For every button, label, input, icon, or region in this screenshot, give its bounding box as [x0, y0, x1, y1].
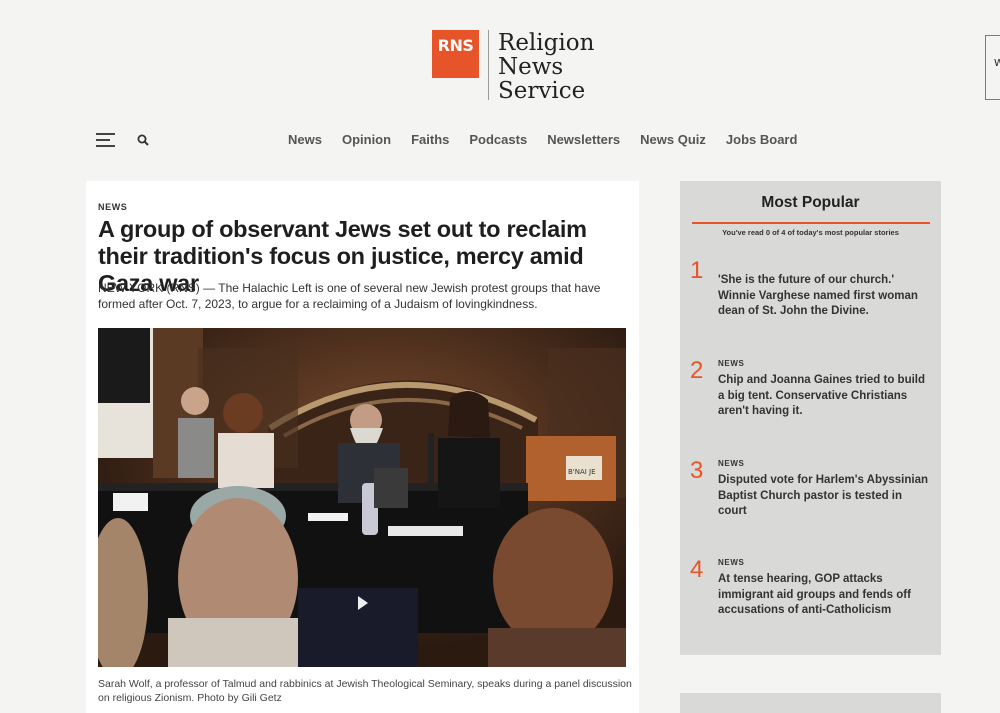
most-popular-title: Most Popular	[761, 194, 860, 211]
popular-kicker: NEWS	[718, 558, 745, 567]
nav-faiths[interactable]: Faiths	[411, 132, 449, 147]
article-dek: NEW YORK (RNS) — The Halachic Left is on…	[98, 281, 601, 311]
photo-caption: Sarah Wolf, a professor of Talmud and ra…	[98, 678, 632, 704]
logo-divider	[488, 30, 489, 100]
popular-rank: 4	[690, 556, 704, 583]
secondary-panel	[680, 693, 941, 713]
side-tab-label: W	[994, 58, 1000, 69]
popular-headline[interactable]: 'She is the future of our church.' Winni…	[718, 273, 928, 320]
logo-line-religion: Religion	[498, 30, 595, 56]
featured-article: NEWS A group of observant Jews set out t…	[86, 181, 639, 713]
article-kicker[interactable]: NEWS	[98, 202, 127, 212]
nav-news-quiz[interactable]: News Quiz	[640, 132, 706, 147]
nav-newsletters[interactable]: Newsletters	[547, 132, 620, 147]
nav-jobs-board[interactable]: Jobs Board	[726, 132, 798, 147]
search-icon[interactable]	[137, 134, 149, 146]
logo-mark: RNS	[432, 30, 479, 78]
popular-kicker: NEWS	[718, 359, 745, 368]
hamburger-menu-icon[interactable]	[96, 133, 115, 147]
site-logo[interactable]: RNS Religion News Service	[432, 30, 594, 103]
most-popular-panel: Most Popular You've read 0 of 4 of today…	[680, 181, 941, 655]
logo-line-service: Service	[498, 78, 586, 104]
popular-headline[interactable]: Chip and Joanna Gaines tried to build a …	[718, 373, 928, 420]
photo-illustration: B'NAI JE	[98, 328, 626, 667]
logo-wordmark: Religion News Service	[498, 31, 594, 103]
popular-rank: 3	[690, 457, 704, 484]
most-popular-counter: You've read 0 of 4 of today's most popul…	[722, 228, 899, 237]
nav-news[interactable]: News	[288, 132, 322, 147]
logo-line-news: News	[498, 54, 564, 80]
popular-headline[interactable]: At tense hearing, GOP attacks immigrant …	[718, 572, 928, 619]
most-popular-divider	[692, 222, 930, 224]
main-nav: News Opinion Faiths Podcasts Newsletters…	[288, 132, 817, 147]
side-tab[interactable]: W	[985, 35, 1000, 100]
nav-opinion[interactable]: Opinion	[342, 132, 391, 147]
article-photo[interactable]: B'NAI JE	[98, 328, 626, 667]
popular-rank: 1	[690, 257, 704, 284]
popular-headline[interactable]: Disputed vote for Harlem's Abyssinian Ba…	[718, 473, 928, 520]
podium-sign: B'NAI JE	[568, 468, 596, 476]
popular-kicker: NEWS	[718, 459, 745, 468]
popular-rank: 2	[690, 357, 704, 384]
nav-podcasts[interactable]: Podcasts	[469, 132, 527, 147]
